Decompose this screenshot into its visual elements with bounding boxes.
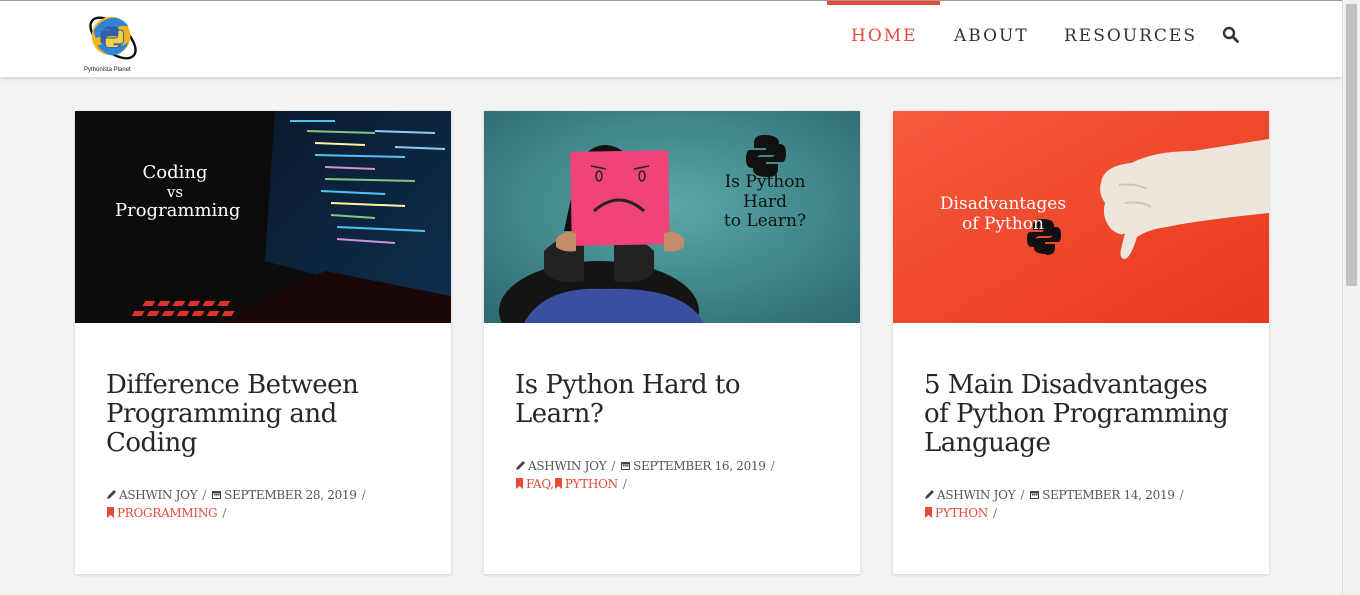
search-icon[interactable] — [1222, 26, 1240, 44]
bookmark-icon — [107, 507, 114, 518]
post-category[interactable]: PYTHON — [554, 477, 618, 491]
author-name: ASHWIN JOY — [119, 488, 198, 502]
post-category[interactable]: FAQ — [515, 477, 551, 491]
post-card: Disadvantages of Python 5 Main Disadvant… — [893, 111, 1269, 574]
post-thumbnail[interactable]: Coding vs Programming — [75, 111, 451, 323]
post-card: Is Python Hard to Learn? Is Python Hard … — [484, 111, 860, 574]
pencil-icon — [107, 490, 116, 499]
date-text: SEPTEMBER 16, 2019 — [633, 459, 766, 473]
thumbnail-caption: Coding vs Programming — [115, 162, 241, 222]
bookmark-icon — [516, 478, 523, 489]
bookmark-icon — [554, 478, 562, 489]
post-title[interactable]: 5 Main Disadvantages of Python Programmi… — [924, 371, 1238, 458]
caption-line: Programming — [115, 199, 241, 221]
bookmark-icon — [925, 507, 932, 518]
post-title[interactable]: Is Python Hard to Learn? — [515, 371, 829, 429]
nav-resources[interactable]: RESOURCES — [1064, 1, 1197, 71]
post-author[interactable]: ASHWIN JOY — [515, 459, 607, 473]
nav-home[interactable]: HOME — [827, 1, 940, 71]
nav-about[interactable]: ABOUT — [954, 1, 1029, 71]
author-name: ASHWIN JOY — [937, 488, 1016, 502]
caption-line: Coding — [142, 162, 208, 183]
author-name: ASHWIN JOY — [528, 459, 607, 473]
post-thumbnail[interactable]: Is Python Hard to Learn? — [484, 111, 860, 323]
post-thumbnail[interactable]: Disadvantages of Python — [893, 111, 1269, 323]
post-date[interactable]: SEPTEMBER 14, 2019 — [1029, 488, 1175, 502]
post-category[interactable]: PROGRAMMING — [106, 506, 218, 520]
post-card: Coding vs Programming Difference Between… — [75, 111, 451, 574]
caption-line: Is Python Hard — [724, 172, 806, 212]
post-meta: ASHWIN JOY / SEPTEMBER 16, 2019/ FAQ, PYTHO… — [515, 457, 829, 493]
post-author[interactable]: ASHWIN JOY — [924, 488, 1016, 502]
post-date[interactable]: SEPTEMBER 28, 2019 — [211, 488, 357, 502]
scrollbar-thumb[interactable] — [1346, 4, 1357, 286]
category-text: PYTHON — [564, 477, 618, 491]
pencil-icon — [925, 490, 934, 499]
date-text: SEPTEMBER 14, 2019 — [1042, 488, 1175, 502]
caption-line: of Python — [962, 213, 1044, 234]
post-category[interactable]: PYTHON — [924, 506, 988, 520]
calendar-icon — [212, 491, 222, 499]
category-text: PROGRAMMING — [117, 506, 218, 520]
thumbnail-caption: Disadvantages of Python — [933, 194, 1073, 234]
caption-line: Disadvantages — [939, 194, 1067, 214]
pencil-icon — [516, 461, 525, 470]
thumbnail-caption: Is Python Hard to Learn? — [700, 172, 830, 232]
post-meta: ASHWIN JOY / SEPTEMBER 28, 2019/ PROGRAMMI… — [106, 486, 420, 522]
vertical-scrollbar[interactable] — [1342, 0, 1360, 595]
date-text: SEPTEMBER 28, 2019 — [224, 488, 357, 502]
site-logo[interactable]: Pythonista Planet — [84, 9, 144, 77]
site-header: Pythonista Planet HOME ABOUT RESOURCES — [0, 0, 1342, 77]
category-text: PYTHON — [935, 506, 989, 520]
post-title[interactable]: Difference Between Programming and Codin… — [106, 371, 420, 458]
post-author[interactable]: ASHWIN JOY — [106, 488, 198, 502]
post-meta: ASHWIN JOY / SEPTEMBER 14, 2019/ PYTHON / — [924, 486, 1238, 522]
caption-line: to Learn? — [723, 211, 807, 232]
logo-text: Pythonista Planet — [84, 67, 131, 73]
calendar-icon — [621, 462, 631, 470]
caption-line: vs — [166, 182, 184, 201]
calendar-icon — [1030, 491, 1040, 499]
post-date[interactable]: SEPTEMBER 16, 2019 — [620, 459, 766, 473]
category-text: FAQ — [526, 477, 551, 491]
planet-logo-icon — [89, 16, 137, 60]
